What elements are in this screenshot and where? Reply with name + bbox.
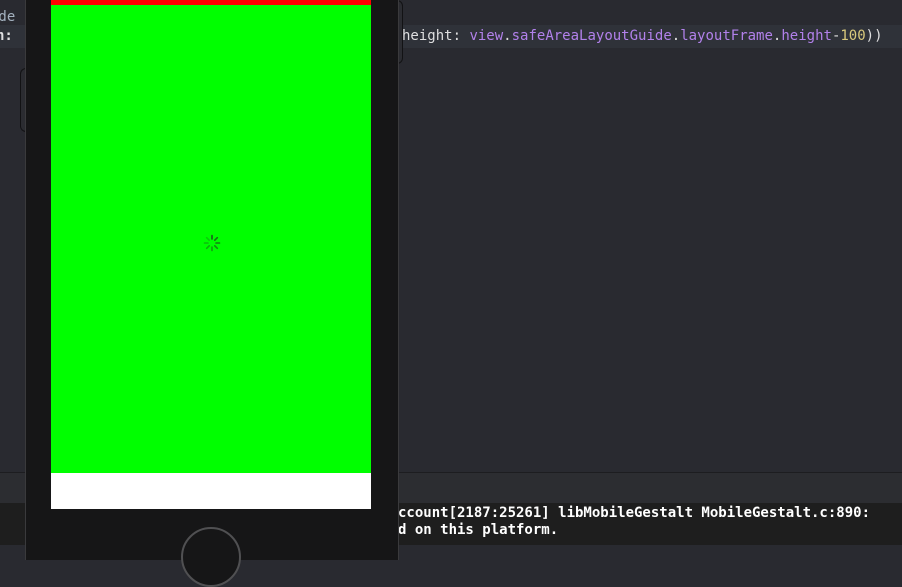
console-line: d on this platform. [398, 522, 559, 538]
spinner-icon [203, 234, 221, 252]
code-line-height-expression[interactable]: height: view.safeAreaLayoutGuide.layoutF… [402, 28, 883, 44]
code-token-label: height: [402, 28, 462, 44]
code-token-safe-area: safeAreaLayoutGuide [511, 28, 672, 44]
code-line-fragment: ide [0, 9, 16, 25]
code-token-dot: . [671, 28, 681, 44]
console-line: ccount[2187:25261] libMobileGestalt Mobi… [398, 505, 871, 521]
code-token-number: 100 [840, 28, 866, 44]
code-token-dot: . [503, 28, 512, 44]
code-token-view: view [469, 28, 504, 44]
green-content-view [51, 5, 371, 473]
simulator-screen[interactable] [51, 0, 371, 509]
code-token-closing: )) [865, 28, 883, 44]
code-token-layout-frame: layoutFrame [680, 28, 773, 44]
code-line-fragment: n: [0, 28, 13, 44]
home-button[interactable] [181, 527, 241, 587]
code-token-height: height [781, 28, 832, 44]
